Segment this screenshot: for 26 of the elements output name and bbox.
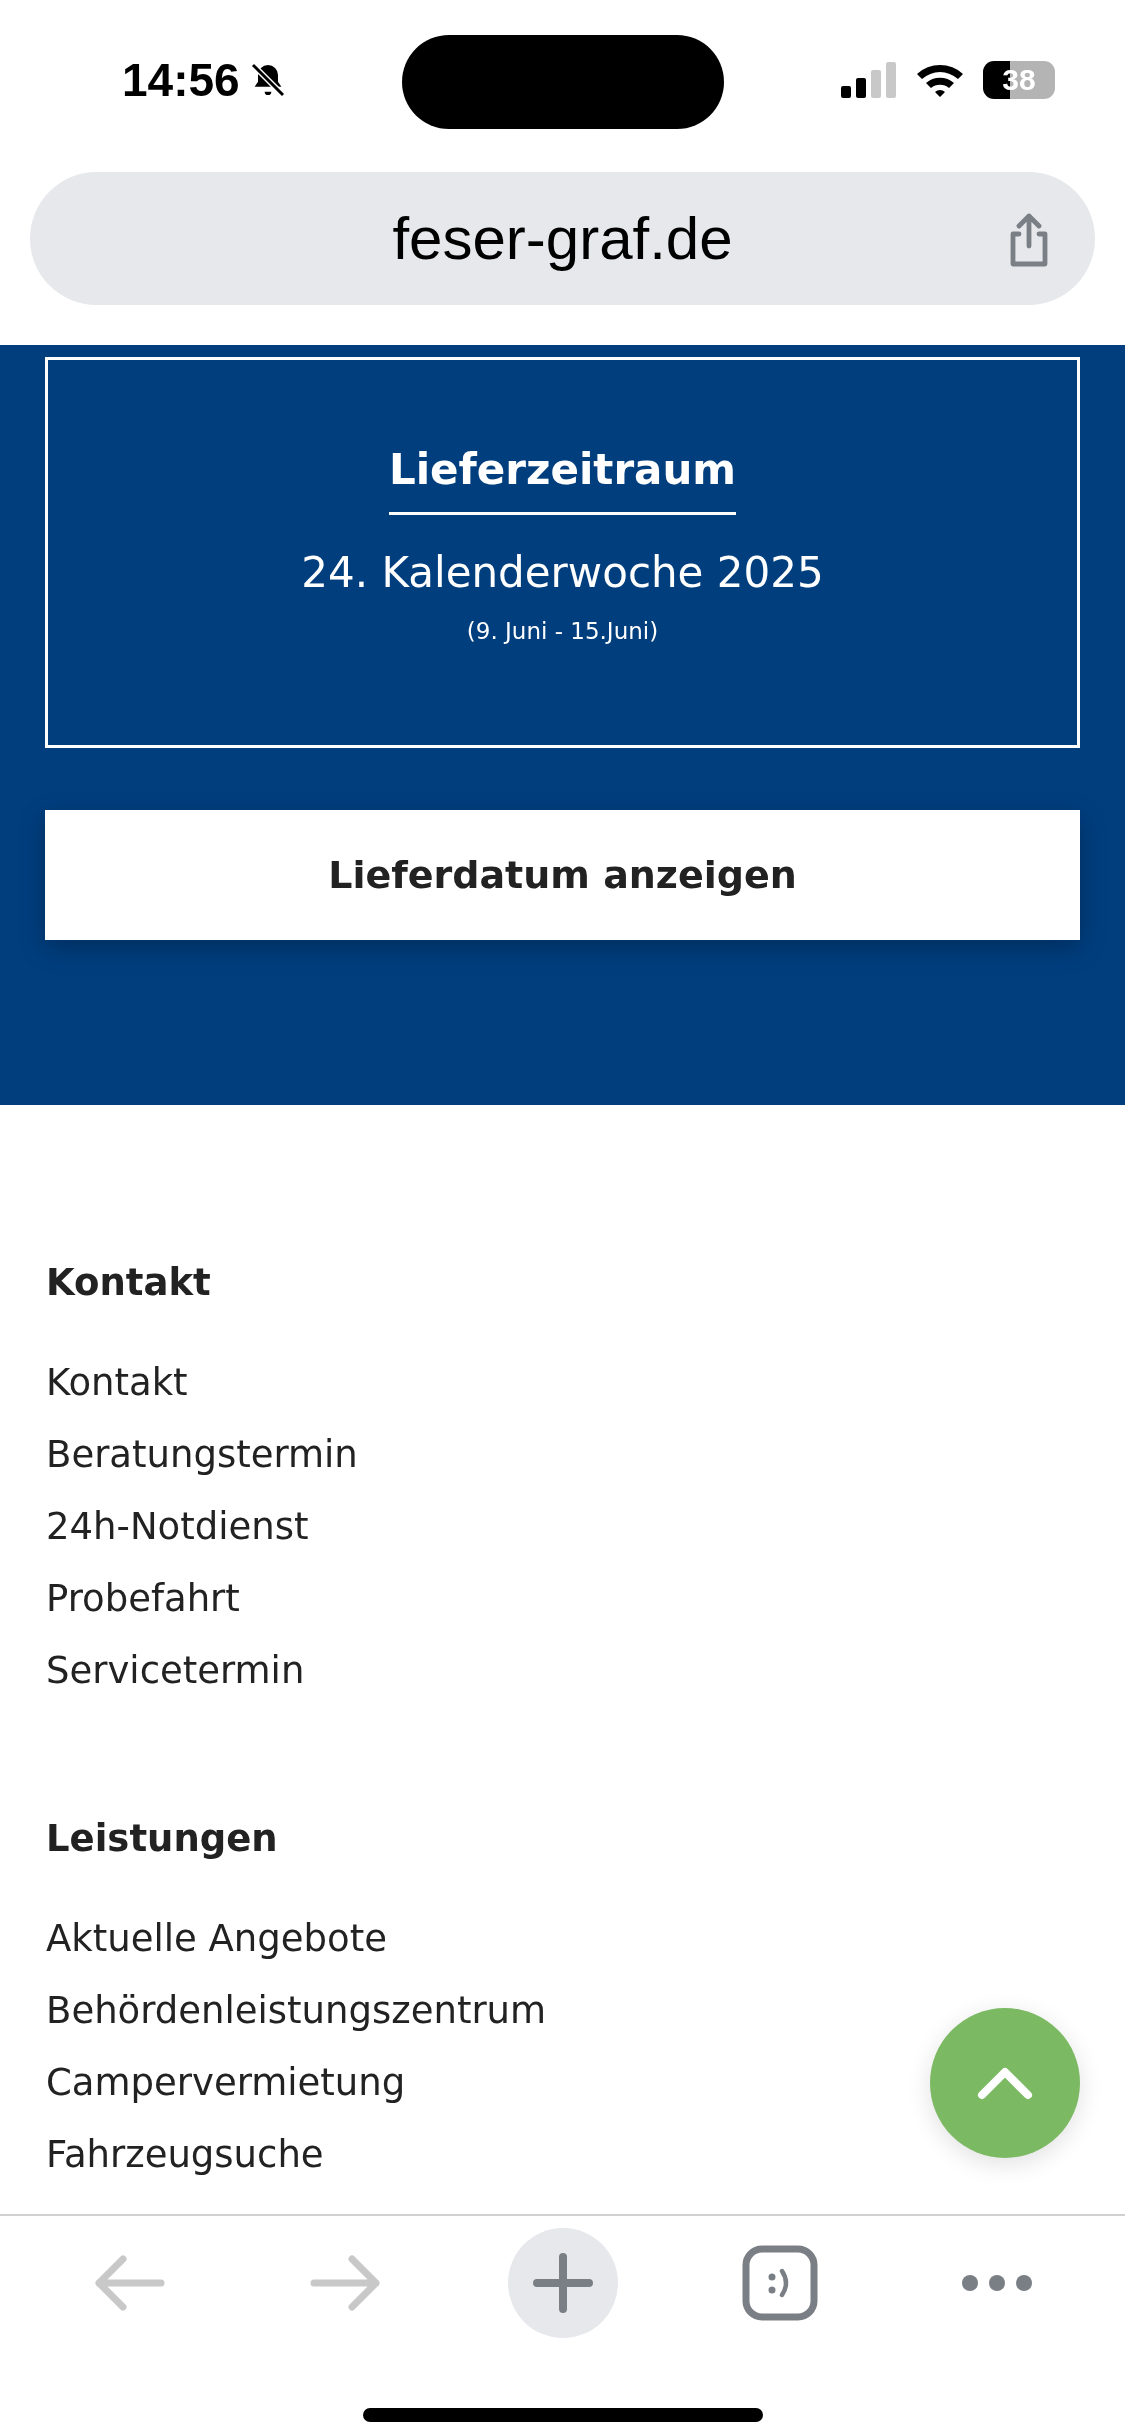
delivery-range: (9. Juni - 15.Juni) [466, 617, 659, 646]
footer-link[interactable]: Campervermietung [46, 2047, 406, 2119]
more-icon [960, 2274, 1033, 2292]
status-time: 14:56 [122, 53, 240, 107]
address-bar[interactable]: feser-graf.de [30, 172, 1095, 305]
forward-arrow-icon [309, 2253, 382, 2313]
delivery-title: Lieferzeitraum [388, 442, 737, 515]
footer-link[interactable]: Kontakt [46, 1347, 188, 1419]
delivery-week: 24. Kalenderwoche 2025 [301, 547, 824, 599]
footer-link[interactable]: Fahrzeugsuche [46, 2119, 324, 2191]
wifi-icon [915, 62, 965, 98]
back-arrow-icon [92, 2253, 165, 2313]
footer-link[interactable]: Aktuelle Angebote [46, 1903, 387, 1975]
footer-link[interactable]: Servicetermin [46, 1635, 305, 1707]
chevron-up-icon [977, 2066, 1033, 2100]
url-text: feser-graf.de [392, 204, 733, 273]
footer-link[interactable]: 24h-Notdienst [46, 1491, 309, 1563]
signal-icon [841, 62, 897, 98]
footer-heading: Leistungen [46, 1816, 279, 1862]
footer-heading: Kontakt [46, 1260, 212, 1306]
show-date-button[interactable]: Lieferdatum anzeigen [45, 810, 1080, 940]
footer-link[interactable]: Behördenleistungszentrum [46, 1975, 547, 2047]
footer-link[interactable]: Probefahrt [46, 1563, 240, 1635]
footer-link[interactable]: Beratungstermin [46, 1419, 358, 1491]
plus-icon [532, 2253, 593, 2313]
smiley-square-icon [741, 2245, 818, 2321]
